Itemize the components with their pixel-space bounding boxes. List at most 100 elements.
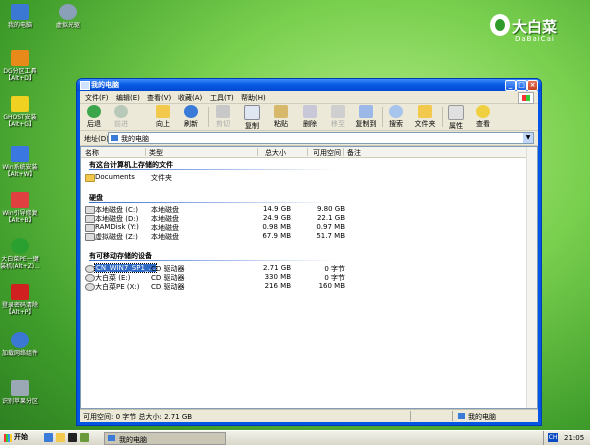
properties-button[interactable]: 属性 — [445, 105, 467, 131]
list-item[interactable]: 本地磁盘 (C:) 本地磁盘 14.9 GB 9.80 GB — [85, 205, 537, 214]
up-button[interactable]: 向上 — [152, 105, 174, 129]
toolbar-label: 复制到 — [355, 120, 377, 128]
desktop-icon-virtual-cd[interactable]: 虚拟光驱 — [48, 4, 88, 29]
desktop-icon-network[interactable]: 加载网络组件 — [0, 332, 40, 357]
hard-disk-icon — [85, 206, 95, 214]
menu-file[interactable]: 文件(F) — [85, 93, 109, 103]
ghost-icon — [11, 96, 29, 112]
desktop-icon-label: DG分区工具【Alt+D】 — [3, 68, 37, 82]
list-item[interactable]: 本地磁盘 (D:) 本地磁盘 24.9 GB 22.1 GB — [85, 214, 537, 223]
copy-button[interactable]: 复制 — [241, 105, 263, 131]
desktop-quicklaunch-icon[interactable] — [44, 433, 53, 442]
desktop-icon-ghost[interactable]: GHOST安装【Alt+G】 — [0, 96, 40, 128]
menu-favorites[interactable]: 收藏(A) — [178, 93, 202, 103]
delete-button[interactable]: 删除 — [299, 105, 321, 129]
boot-repair-icon — [11, 192, 29, 208]
group-divider — [89, 169, 337, 170]
toolbar-label: 属性 — [449, 122, 463, 130]
properties-icon — [448, 105, 464, 120]
status-divider — [452, 411, 453, 421]
copy-to-button[interactable]: 复制到 — [353, 105, 379, 129]
column-divider — [343, 148, 344, 156]
menu-view[interactable]: 查看(V) — [147, 93, 171, 103]
column-size[interactable]: 总大小 — [265, 148, 286, 158]
logo-subtext: DaBaiCai — [515, 35, 555, 43]
list-item[interactable]: 虚拟磁盘 (Z:) 本地磁盘 67.9 MB 51.7 MB — [85, 232, 537, 241]
desktop-icon-label: 大白菜PE一键装机(Alt+Z)... — [0, 256, 40, 270]
folders-button[interactable]: 文件夹 — [412, 105, 438, 129]
cd-drive-icon — [59, 4, 77, 20]
language-indicator[interactable]: CH — [548, 433, 558, 442]
item-free: 51.7 MB — [316, 232, 345, 240]
menu-help[interactable]: 帮助(H) — [241, 93, 266, 103]
status-divider — [410, 411, 411, 421]
desktop-icon-onekey-install[interactable]: 大白菜PE一键装机(Alt+Z)... — [0, 238, 40, 270]
desktop-icon-dg-partition[interactable]: DG分区工具【Alt+D】 — [0, 50, 40, 82]
group-divider — [89, 202, 337, 203]
column-header: 名称 类型 总大小 可用空间 备注 — [81, 147, 537, 158]
status-bar: 可用空间: 0 字节 总大小: 2.71 GB 我的电脑 — [80, 409, 538, 422]
taskbar-button-my-computer[interactable]: 我的电脑 — [104, 432, 226, 445]
dabaicai-logo: 大白菜 DaBaiCai — [488, 10, 580, 50]
address-input[interactable]: 我的电脑 ▼ — [108, 132, 534, 144]
title-bar[interactable]: 我的电脑 _ □ × — [77, 79, 541, 91]
hard-disk-icon — [85, 224, 95, 232]
minimize-button[interactable]: _ — [505, 80, 516, 91]
desktop-icon-label: 登录密码清除【Alt+P】 — [1, 302, 38, 316]
window-title: 我的电脑 — [91, 81, 119, 89]
status-location: 我的电脑 — [468, 413, 496, 421]
start-button[interactable]: 开始 — [2, 432, 32, 443]
cd-drive-icon — [85, 274, 95, 282]
cut-icon — [216, 105, 230, 118]
list-item[interactable]: 大白菜 (E:) CD 驱动器 330 MB 0 字节 — [85, 273, 537, 282]
item-free: 22.1 GB — [316, 214, 345, 222]
copy-to-icon — [359, 105, 373, 118]
search-button[interactable]: 搜索 — [385, 105, 407, 129]
maximize-button[interactable]: □ — [516, 80, 527, 91]
explorer-window: 我的电脑 _ □ × 文件(F) 编辑(E) 查看(V) 收藏(A) 工具(T)… — [76, 78, 542, 426]
column-divider — [307, 148, 308, 156]
dg-partition-icon — [11, 50, 29, 66]
desktop-icon-my-computer[interactable]: 我的电脑 — [0, 4, 40, 29]
column-type[interactable]: 类型 — [149, 148, 163, 158]
toolbar-separator — [382, 107, 383, 127]
move-to-button[interactable]: 移至 — [327, 105, 349, 129]
toolbar: 后退 前进 向上 刷新 剪切 复制 粘贴 删除 移至 复制到 搜索 文件夹 属性… — [80, 104, 538, 131]
explorer-quicklaunch-icon[interactable] — [56, 433, 65, 442]
refresh-button[interactable]: 刷新 — [180, 105, 202, 129]
desktop-icon-password-clear[interactable]: 登录密码清除【Alt+P】 — [0, 284, 40, 316]
item-free: 0.97 MB — [316, 223, 345, 231]
menu-tools[interactable]: 工具(T) — [210, 93, 234, 103]
cmd-quicklaunch-icon[interactable] — [68, 433, 77, 442]
paste-button[interactable]: 粘贴 — [270, 105, 292, 129]
back-button[interactable]: 后退 — [83, 105, 105, 129]
item-type: 本地磁盘 — [151, 233, 179, 241]
list-item[interactable]: Documents 文件夹 — [85, 173, 537, 182]
menu-edit[interactable]: 编辑(E) — [116, 93, 140, 103]
tool-quicklaunch-icon[interactable] — [80, 433, 89, 442]
forward-button[interactable]: 前进 — [110, 105, 132, 129]
vertical-scrollbar[interactable] — [526, 147, 537, 408]
desktop-icon-win-install[interactable]: Win系统安装【Alt+W】 — [0, 146, 40, 178]
list-item[interactable]: 大白菜PE (X:) CD 驱动器 216 MB 160 MB — [85, 282, 537, 291]
column-name[interactable]: 名称 — [85, 148, 99, 158]
chevron-down-icon[interactable]: ▼ — [523, 133, 533, 143]
toolbar-label: 剪切 — [216, 120, 230, 128]
desktop-icon-label: Win引导修复【Alt+B】 — [2, 210, 38, 224]
column-free[interactable]: 可用空间 — [313, 148, 341, 158]
desktop-icon-apple-partition[interactable]: 识别苹果分区 — [0, 380, 40, 405]
clock[interactable]: 21:05 — [564, 434, 584, 442]
apple-partition-icon — [11, 380, 29, 396]
toolbar-label: 刷新 — [184, 120, 198, 128]
column-notes[interactable]: 备注 — [347, 148, 361, 158]
desktop-icon-label: Win系统安装【Alt+W】 — [2, 164, 38, 178]
computer-icon — [458, 413, 465, 419]
desktop-icon-boot-repair[interactable]: Win引导修复【Alt+B】 — [0, 192, 40, 224]
list-item[interactable]: RAMDisk (Y:) 本地磁盘 0.98 MB 0.97 MB — [85, 223, 537, 232]
views-button[interactable]: 查看 — [472, 105, 494, 129]
close-button[interactable]: × — [527, 80, 538, 91]
hard-disk-icon — [85, 215, 95, 223]
list-item[interactable]: CN_WIN7_SP1_... CD 驱动器 2.71 GB 0 字节 — [85, 263, 537, 273]
cut-button[interactable]: 剪切 — [212, 105, 234, 129]
system-tray: CH 21:05 — [543, 431, 590, 445]
